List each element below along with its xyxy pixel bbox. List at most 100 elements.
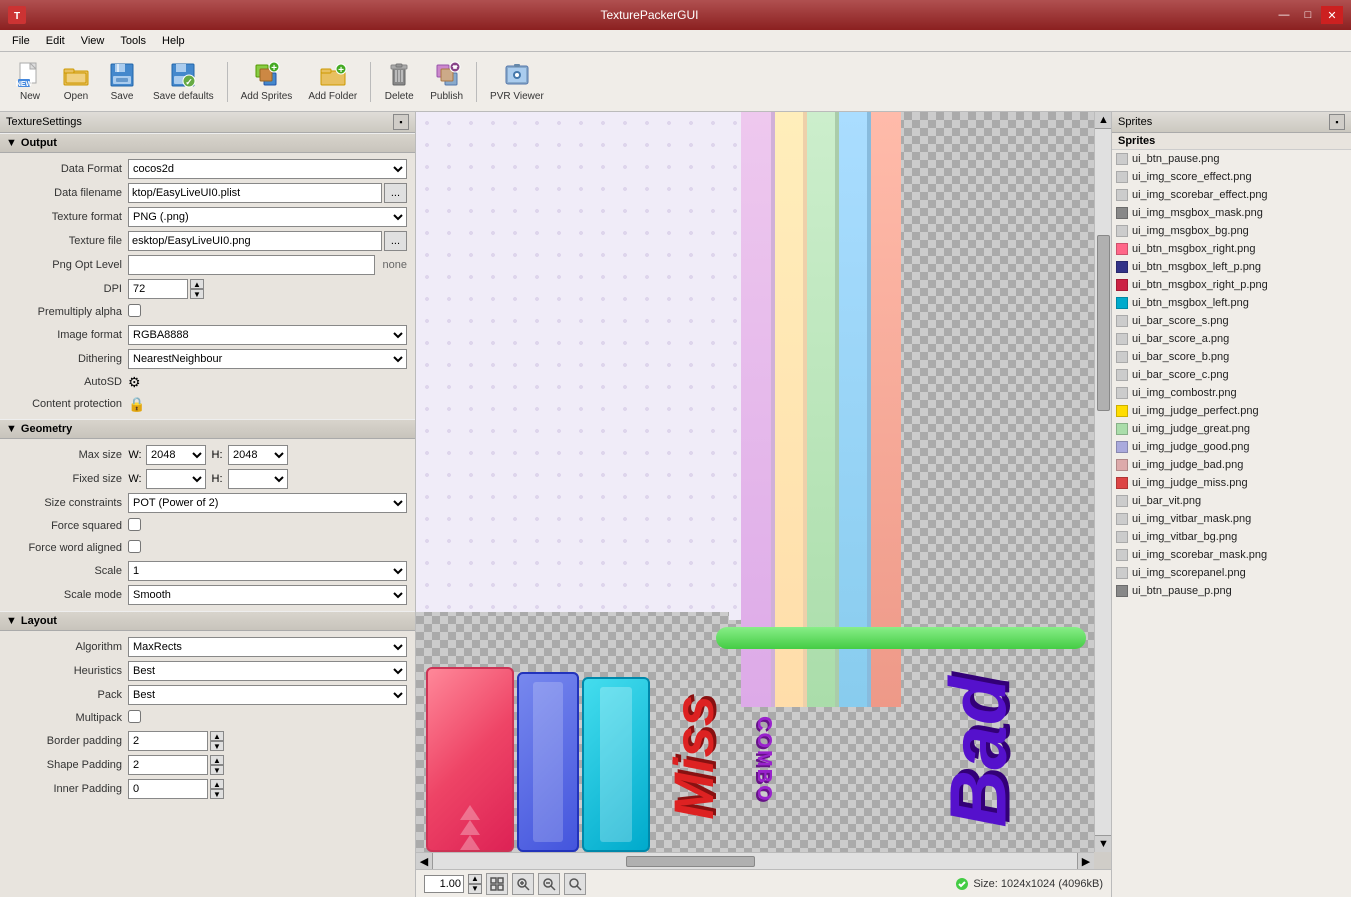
- shape-padding-down[interactable]: ▼: [210, 765, 224, 775]
- data-filename-input[interactable]: [128, 183, 382, 203]
- sprites-panel-maximize[interactable]: ▪: [1329, 114, 1345, 130]
- maximize-button[interactable]: □: [1297, 6, 1319, 24]
- add-folder-button[interactable]: + Add Folder: [301, 56, 364, 107]
- sprite-item[interactable]: ui_bar_score_c.png: [1112, 366, 1351, 384]
- fixed-size-h-select[interactable]: [228, 469, 288, 489]
- menu-help[interactable]: Help: [154, 33, 193, 49]
- sprite-item[interactable]: ui_img_judge_good.png: [1112, 438, 1351, 456]
- canvas-hscrollbar[interactable]: ◀ ▶: [416, 852, 1094, 869]
- menu-tools[interactable]: Tools: [112, 33, 154, 49]
- dpi-up[interactable]: ▲: [190, 279, 204, 289]
- settings-scroll[interactable]: ▼ Output Data Format cocos2d Data filena…: [0, 133, 415, 897]
- sprites-list[interactable]: Sprites ui_btn_pause.pngui_img_score_eff…: [1112, 133, 1351, 897]
- vscroll-up-button[interactable]: ▲: [1095, 112, 1111, 129]
- pvr-viewer-button[interactable]: PVR Viewer: [483, 56, 551, 107]
- scale-select[interactable]: 1: [128, 561, 407, 581]
- zoom-out-button[interactable]: [564, 873, 586, 895]
- size-constraints-select[interactable]: POT (Power of 2): [128, 493, 407, 513]
- zoom-down-button[interactable]: ▼: [468, 884, 482, 894]
- sprite-item[interactable]: ui_img_vitbar_bg.png: [1112, 528, 1351, 546]
- hscroll-right-button[interactable]: ▶: [1077, 853, 1094, 870]
- dithering-select[interactable]: NearestNeighbour: [128, 349, 407, 369]
- image-format-select[interactable]: RGBA8888: [128, 325, 407, 345]
- sprite-item[interactable]: ui_bar_score_b.png: [1112, 348, 1351, 366]
- texture-file-browse[interactable]: ...: [384, 231, 407, 251]
- content-protection-lock-icon[interactable]: 🔒: [128, 396, 145, 412]
- zoom-fit-button[interactable]: [486, 873, 508, 895]
- vscroll-thumb[interactable]: [1097, 235, 1110, 412]
- sprite-item[interactable]: ui_bar_score_s.png: [1112, 312, 1351, 330]
- save-defaults-button[interactable]: ✓ Save defaults: [146, 56, 221, 107]
- inner-padding-up[interactable]: ▲: [210, 779, 224, 789]
- new-button[interactable]: NEW New: [8, 56, 52, 107]
- texture-format-select[interactable]: PNG (.png): [128, 207, 407, 227]
- sprite-item[interactable]: ui_btn_msgbox_right.png: [1112, 240, 1351, 258]
- zoom-reset-button[interactable]: [538, 873, 560, 895]
- sprite-item[interactable]: ui_img_scorebar_mask.png: [1112, 546, 1351, 564]
- publish-button[interactable]: Publish: [423, 56, 470, 107]
- border-padding-input[interactable]: [128, 731, 208, 751]
- zoom-in-button[interactable]: [512, 873, 534, 895]
- sprite-item[interactable]: ui_img_vitbar_mask.png: [1112, 510, 1351, 528]
- sprite-item[interactable]: ui_img_combostr.png: [1112, 384, 1351, 402]
- sprite-item[interactable]: ui_btn_pause_p.png: [1112, 582, 1351, 600]
- menu-file[interactable]: File: [4, 33, 38, 49]
- close-button[interactable]: ✕: [1321, 6, 1343, 24]
- pack-select[interactable]: Best: [128, 685, 407, 705]
- sprite-item[interactable]: ui_img_judge_perfect.png: [1112, 402, 1351, 420]
- hscroll-thumb[interactable]: [626, 856, 755, 867]
- max-size-w-select[interactable]: 2048: [146, 445, 206, 465]
- border-padding-up[interactable]: ▲: [210, 731, 224, 741]
- premultiply-checkbox[interactable]: [128, 304, 141, 317]
- save-button[interactable]: Save: [100, 56, 144, 107]
- sprite-item[interactable]: ui_img_scorepanel.png: [1112, 564, 1351, 582]
- multipack-checkbox[interactable]: [128, 710, 141, 723]
- hscroll-left-button[interactable]: ◀: [416, 853, 433, 870]
- png-opt-level-input[interactable]: [128, 255, 375, 275]
- geometry-section-header[interactable]: ▼ Geometry: [0, 419, 415, 439]
- vscroll-down-button[interactable]: ▼: [1095, 835, 1111, 852]
- sprite-item[interactable]: ui_btn_msgbox_right_p.png: [1112, 276, 1351, 294]
- force-word-checkbox[interactable]: [128, 540, 141, 553]
- canvas-area[interactable]: Miss COMBO Bad ▲ ▼: [416, 112, 1111, 869]
- panel-maximize-button[interactable]: ▪: [393, 114, 409, 130]
- sprite-item[interactable]: ui_img_judge_miss.png: [1112, 474, 1351, 492]
- shape-padding-up[interactable]: ▲: [210, 755, 224, 765]
- inner-padding-down[interactable]: ▼: [210, 789, 224, 799]
- dpi-down[interactable]: ▼: [190, 289, 204, 299]
- sprite-item[interactable]: ui_img_msgbox_mask.png: [1112, 204, 1351, 222]
- algorithm-select[interactable]: MaxRects: [128, 637, 407, 657]
- data-filename-browse[interactable]: ...: [384, 183, 407, 203]
- border-padding-down[interactable]: ▼: [210, 741, 224, 751]
- sprite-item[interactable]: ui_img_scorebar_effect.png: [1112, 186, 1351, 204]
- sprite-item[interactable]: ui_img_judge_bad.png: [1112, 456, 1351, 474]
- menu-view[interactable]: View: [73, 33, 113, 49]
- data-format-select[interactable]: cocos2d: [128, 159, 407, 179]
- sprite-item[interactable]: ui_bar_score_a.png: [1112, 330, 1351, 348]
- sprite-item[interactable]: ui_img_judge_great.png: [1112, 420, 1351, 438]
- sprite-item[interactable]: ui_btn_pause.png: [1112, 150, 1351, 168]
- scale-mode-select[interactable]: Smooth: [128, 585, 407, 605]
- canvas-vscrollbar[interactable]: ▲ ▼: [1094, 112, 1111, 852]
- minimize-button[interactable]: —: [1273, 6, 1295, 24]
- shape-padding-input[interactable]: [128, 755, 208, 775]
- max-size-h-select[interactable]: 2048: [228, 445, 288, 465]
- sprite-item[interactable]: ui_btn_msgbox_left.png: [1112, 294, 1351, 312]
- fixed-size-w-select[interactable]: [146, 469, 206, 489]
- sprite-item[interactable]: ui_bar_vit.png: [1112, 492, 1351, 510]
- add-sprites-button[interactable]: + Add Sprites: [234, 56, 300, 107]
- layout-section-header[interactable]: ▼ Layout: [0, 611, 415, 631]
- sprite-item[interactable]: ui_btn_msgbox_left_p.png: [1112, 258, 1351, 276]
- delete-button[interactable]: Delete: [377, 56, 421, 107]
- inner-padding-input[interactable]: [128, 779, 208, 799]
- force-squared-checkbox[interactable]: [128, 518, 141, 531]
- heuristics-select[interactable]: Best: [128, 661, 407, 681]
- zoom-input[interactable]: [424, 875, 464, 893]
- auto-sd-gear-icon[interactable]: ⚙: [128, 374, 141, 390]
- dpi-input[interactable]: [128, 279, 188, 299]
- open-button[interactable]: Open: [54, 56, 98, 107]
- texture-file-input[interactable]: [128, 231, 382, 251]
- zoom-up-button[interactable]: ▲: [468, 874, 482, 884]
- menu-edit[interactable]: Edit: [38, 33, 73, 49]
- sprite-item[interactable]: ui_img_score_effect.png: [1112, 168, 1351, 186]
